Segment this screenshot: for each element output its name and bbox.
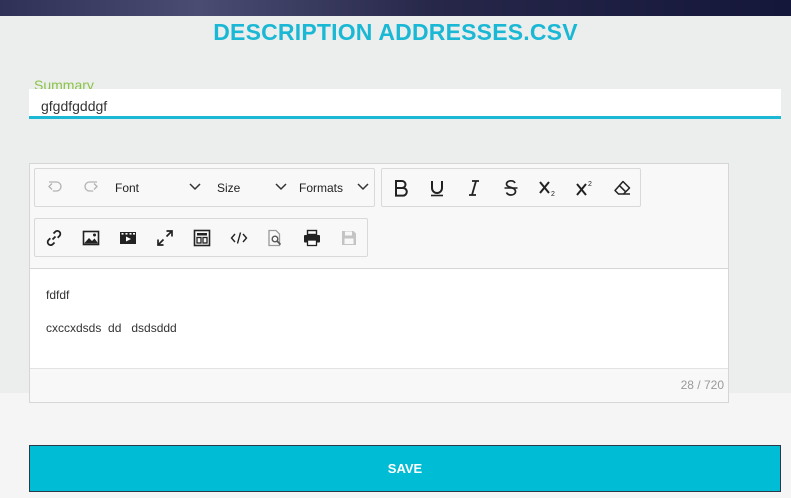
template-button[interactable]: [187, 219, 217, 256]
chevron-down-icon: [275, 183, 287, 191]
print-button[interactable]: [297, 219, 327, 256]
chevron-down-icon: [189, 183, 201, 191]
subscript-button[interactable]: 2: [532, 169, 564, 206]
fullscreen-button[interactable]: [150, 219, 180, 256]
formats-select-label: Formats: [299, 180, 344, 195]
link-button[interactable]: [39, 219, 69, 256]
save-icon: [342, 230, 356, 245]
toolbar-group-history-format: Font Size Formats: [34, 168, 375, 207]
redo-button[interactable]: [77, 169, 105, 206]
content-paragraph: cxccxdsds dd dsdsddd: [46, 321, 177, 335]
top-bar: [0, 0, 791, 16]
link-icon: [46, 229, 62, 246]
undo-button[interactable]: [41, 169, 69, 206]
save-doc-button[interactable]: [334, 219, 364, 256]
underline-icon: [431, 180, 443, 196]
undo-icon: [48, 180, 62, 192]
rich-text-editor: Font Size Formats 2 2 fdfdf cxccxdsds dd…: [29, 163, 729, 403]
summary-input[interactable]: [29, 89, 781, 119]
media-button[interactable]: [113, 219, 143, 256]
source-code-icon: [230, 231, 248, 244]
italic-icon: [469, 179, 479, 196]
editor-content[interactable]: fdfdf cxccxdsds dd dsdsddd: [30, 270, 728, 368]
toolbar-group-insert: [34, 218, 368, 257]
strikethrough-button[interactable]: [496, 169, 526, 206]
size-select[interactable]: Size: [217, 169, 287, 206]
content-paragraph: fdfdf: [46, 288, 70, 302]
svg-text:2: 2: [588, 181, 592, 188]
superscript-icon: 2: [576, 181, 592, 196]
redo-icon: [84, 180, 98, 192]
preview-icon: [268, 229, 282, 246]
template-icon: [193, 229, 211, 246]
toolbar-group-text-style: 2 2: [381, 168, 641, 207]
svg-text:2: 2: [551, 191, 555, 197]
image-icon: [82, 230, 100, 245]
editor-toolbar: Font Size Formats 2 2: [30, 164, 728, 269]
character-count: 28 / 720: [680, 378, 724, 392]
subscript-icon: 2: [539, 180, 555, 197]
underline-button[interactable]: [422, 169, 452, 206]
editor-statusbar: 28 / 720: [30, 368, 728, 402]
page-title: DESCRIPTION ADDRESSES.CSV: [213, 19, 578, 45]
clear-formatting-button[interactable]: [607, 169, 637, 206]
clear-formatting-icon: [614, 180, 631, 195]
italic-button[interactable]: [459, 169, 489, 206]
print-icon: [304, 229, 320, 246]
save-button[interactable]: SAVE: [29, 445, 781, 492]
bold-button[interactable]: [386, 169, 416, 206]
formats-select[interactable]: Formats: [299, 169, 369, 206]
chevron-down-icon: [357, 183, 369, 191]
strikethrough-icon: [504, 179, 518, 196]
font-select-label: Font: [115, 180, 140, 195]
preview-button[interactable]: [260, 219, 290, 256]
source-code-button[interactable]: [224, 219, 254, 256]
bold-icon: [395, 179, 408, 197]
font-select[interactable]: Font: [115, 169, 201, 206]
fullscreen-icon: [157, 229, 173, 246]
image-button[interactable]: [76, 219, 106, 256]
superscript-button[interactable]: 2: [569, 169, 601, 206]
size-select-label: Size: [217, 180, 241, 195]
media-icon: [120, 231, 136, 244]
